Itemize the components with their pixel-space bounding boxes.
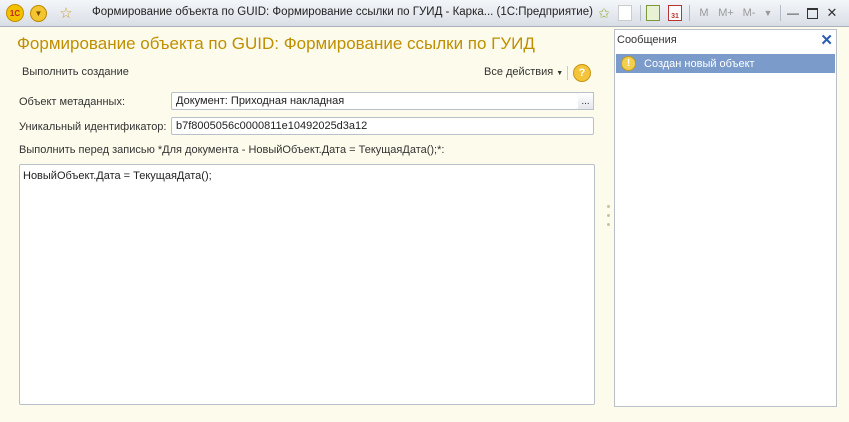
guid-input[interactable]: b7f8005056c0000811e10492025d3a12 xyxy=(171,117,594,135)
calculator-icon[interactable] xyxy=(646,4,660,22)
print-icon[interactable] xyxy=(618,4,632,22)
all-actions-menu[interactable]: Все действия ▼ xyxy=(484,66,563,78)
message-item[interactable]: ! Создан новый объект xyxy=(616,54,835,73)
help-icon[interactable]: ? xyxy=(573,64,591,82)
before-write-label: Выполнить перед записью *Для документа -… xyxy=(19,144,445,156)
main-menu-dropdown-icon[interactable]: ▼ xyxy=(30,5,47,22)
window-titlebar: 1С ▼ ☆ Формирование объекта по GUID: Фор… xyxy=(0,0,849,27)
close-window-icon[interactable]: ✕ xyxy=(824,4,840,22)
add-favorite-icon[interactable]: ✩ xyxy=(596,4,612,22)
memory-plus-button[interactable]: M+ xyxy=(715,4,737,22)
minimize-icon[interactable]: — xyxy=(785,4,801,22)
1c-logo-icon[interactable]: 1С xyxy=(6,4,24,22)
favorite-star-icon[interactable]: ☆ xyxy=(57,4,75,22)
close-icon[interactable]: ✕ xyxy=(820,31,833,49)
metadata-object-label: Объект метаданных: xyxy=(19,96,126,108)
metadata-select-button[interactable]: ... xyxy=(578,92,594,110)
form-title: Формирование объекта по GUID: Формирован… xyxy=(17,34,535,53)
calendar-icon[interactable]: 31 xyxy=(668,4,682,22)
memory-m-button[interactable]: M xyxy=(697,4,711,22)
maximize-icon[interactable] xyxy=(804,4,820,22)
all-actions-label: Все действия xyxy=(484,66,554,78)
guid-label: Уникальный идентификатор: xyxy=(19,121,167,133)
chevron-down-icon: ▼ xyxy=(556,70,564,77)
messages-panel: Сообщения ✕ ! Создан новый объект xyxy=(614,29,837,407)
message-text: Создан новый объект xyxy=(644,57,755,70)
messages-title: Сообщения xyxy=(617,34,677,46)
memory-minus-button[interactable]: M- xyxy=(739,4,759,22)
execute-create-button[interactable]: Выполнить создание xyxy=(22,66,129,78)
window-title: Формирование объекта по GUID: Формирован… xyxy=(92,6,593,18)
form-panel: Формирование объекта по GUID: Формирован… xyxy=(6,27,604,415)
metadata-object-field[interactable]: Документ: Приходная накладная xyxy=(171,92,579,110)
before-write-code-editor[interactable]: НовыйОбъект.Дата = ТекущаяДата(); xyxy=(19,164,595,405)
toolbar-divider xyxy=(567,66,568,80)
panel-splitter[interactable] xyxy=(607,205,611,232)
warning-icon: ! xyxy=(621,56,636,71)
toolbar-more-icon[interactable]: ▼ xyxy=(762,4,774,22)
